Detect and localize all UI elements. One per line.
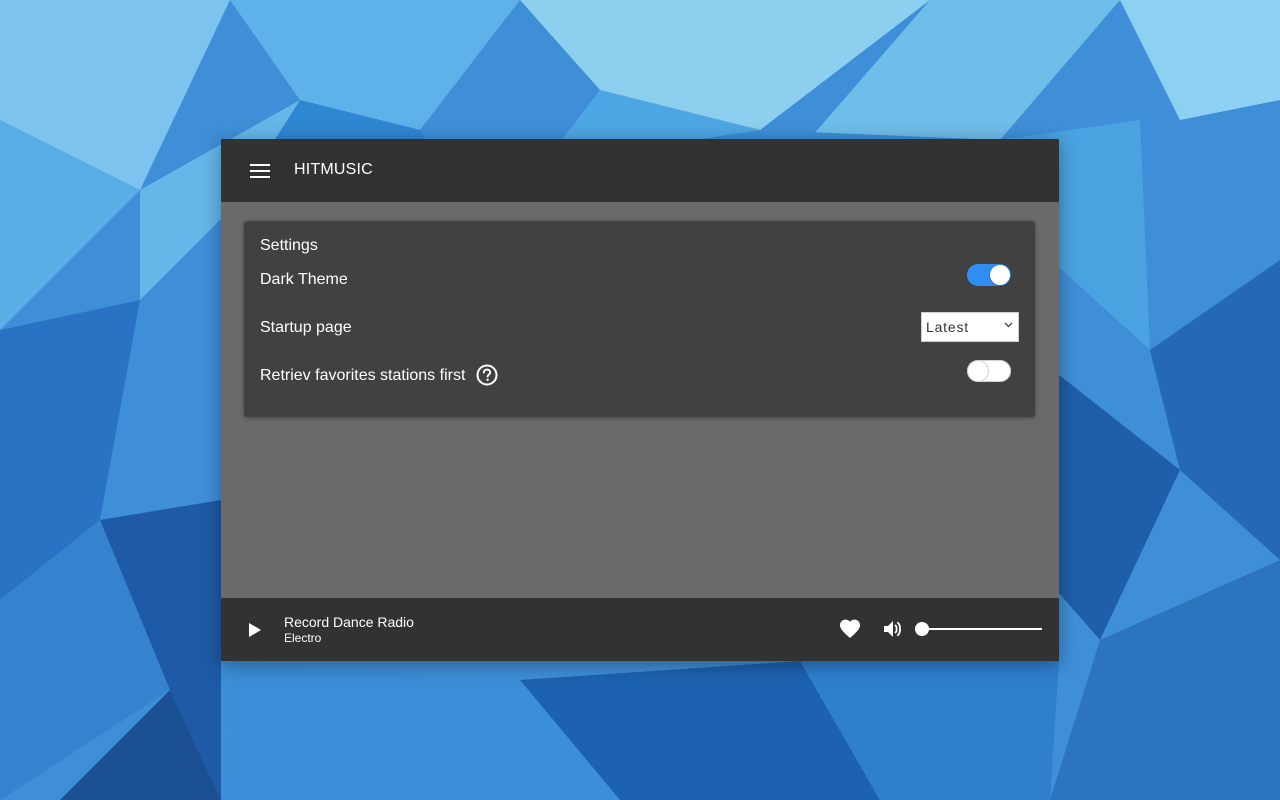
settings-card: Settings Dark Theme Startup page Latest …	[244, 221, 1035, 417]
startup-page-value: Latest	[926, 319, 969, 335]
desktop-background: HITMUSIC Settings Dark Theme Startup pag…	[0, 0, 1280, 800]
retrieve-favorites-label: Retriev favorites stations first	[260, 367, 466, 384]
startup-page-select[interactable]: Latest	[921, 312, 1019, 342]
app-title: HITMUSIC	[294, 161, 373, 178]
volume-icon[interactable]	[881, 617, 905, 641]
app-header: HITMUSIC	[221, 139, 1059, 202]
retrieve-favorites-toggle[interactable]	[967, 360, 1011, 382]
startup-page-label: Startup page	[260, 319, 352, 336]
main-content: Settings Dark Theme Startup page Latest …	[221, 202, 1059, 598]
station-genre: Electro	[284, 631, 322, 645]
dark-theme-toggle[interactable]	[967, 264, 1011, 286]
help-circle-icon[interactable]	[476, 364, 498, 386]
chevron-down-icon	[1004, 322, 1013, 328]
dark-theme-label: Dark Theme	[260, 271, 348, 288]
play-icon[interactable]	[242, 618, 266, 642]
toggle-knob	[990, 265, 1010, 285]
volume-slider[interactable]	[915, 622, 1042, 636]
station-name: Record Dance Radio	[284, 614, 414, 630]
heart-icon[interactable]	[838, 617, 862, 641]
app-window: HITMUSIC Settings Dark Theme Startup pag…	[221, 139, 1059, 661]
hamburger-menu-icon[interactable]	[246, 159, 274, 183]
toggle-knob	[968, 361, 988, 381]
volume-slider-thumb[interactable]	[915, 622, 929, 636]
player-bar: Record Dance Radio Electro	[221, 598, 1059, 661]
settings-title: Settings	[260, 237, 318, 254]
